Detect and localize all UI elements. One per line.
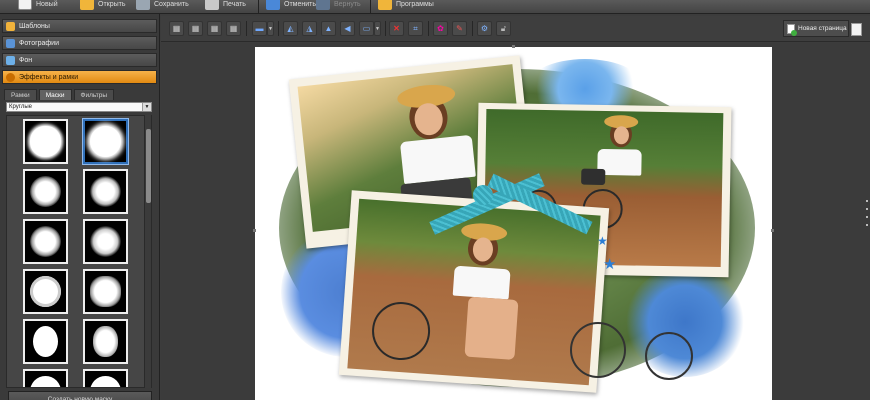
left-panel: Шаблоны Фотографии Фон Эффекты и рамки Р… xyxy=(0,14,160,400)
ribbon-knot xyxy=(473,185,493,205)
toolbar-divider xyxy=(370,0,371,14)
bicycle-wheel xyxy=(370,300,433,362)
section-effects-frames[interactable]: Эффекты и рамки xyxy=(2,70,157,84)
editor-toolbar: ▦ ▦ ▦ ▦ ▬ ▼ ◭ ◮ ▲ ◀ ▭ ▼ ✕ ⌗ ✿ ✎ ⚙ 🔓︎ Нов… xyxy=(161,16,870,42)
scrollbar-thumb[interactable] xyxy=(146,129,151,203)
crop-icon[interactable]: ⌗ xyxy=(408,21,423,36)
mask-gallery-scrollbar[interactable] xyxy=(144,115,151,388)
photo-collage-app: Новый Открыть Сохранить Печать Отменить … xyxy=(0,0,870,400)
delete-icon[interactable]: ✕ xyxy=(389,21,404,36)
star-icon xyxy=(6,21,15,31)
new-page-button[interactable]: Новая страница xyxy=(783,20,849,37)
bike-basket xyxy=(581,168,606,186)
settings-gear-icon[interactable]: ⚙ xyxy=(477,21,492,36)
mask-thumbnail[interactable] xyxy=(23,169,68,214)
floppy-disk-icon xyxy=(136,0,150,10)
mask-gallery xyxy=(6,115,152,388)
align-icon[interactable]: ▬ xyxy=(252,21,267,36)
tab-filters[interactable]: Фильтры xyxy=(73,89,115,100)
redo-arrow-icon xyxy=(316,0,330,10)
mask-thumbnail[interactable] xyxy=(83,369,128,387)
tab-masks[interactable]: Маски xyxy=(38,89,72,100)
send-to-back-icon[interactable]: ▦ xyxy=(226,21,241,36)
create-new-mask-button[interactable]: Создать новую маску xyxy=(8,391,152,400)
bicycle-wheel xyxy=(570,322,626,378)
top-menu-bar: Новый Открыть Сохранить Печать Отменить … xyxy=(0,0,870,14)
mask-thumbnail-selected[interactable] xyxy=(83,119,128,164)
print-button[interactable]: Печать xyxy=(205,0,246,11)
lock-icon[interactable]: 🔓︎ xyxy=(496,21,511,36)
section-templates[interactable]: Шаблоны xyxy=(2,19,157,33)
star-decoration-icon: ★ xyxy=(603,256,617,273)
page-settings-icon[interactable] xyxy=(851,23,862,36)
toolbar-divider xyxy=(278,21,279,36)
magic-wand-icon[interactable]: ✎ xyxy=(452,21,467,36)
new-page-icon xyxy=(787,23,797,36)
redo-button[interactable]: Вернуть xyxy=(316,0,361,11)
mask-thumbnail[interactable] xyxy=(23,119,68,164)
save-button[interactable]: Сохранить xyxy=(136,0,189,11)
tab-frames[interactable]: Рамки xyxy=(4,89,37,100)
align-dropdown-chevron-icon[interactable]: ▼ xyxy=(267,21,274,36)
undo-button[interactable]: Отменить xyxy=(266,0,316,11)
programs-button[interactable]: Программы xyxy=(378,0,434,11)
mask-thumbnail[interactable] xyxy=(23,369,68,387)
mask-category-select[interactable]: Круглые ▼ xyxy=(6,102,152,112)
mask-thumbnail[interactable] xyxy=(83,269,128,314)
new-button[interactable]: Новый xyxy=(18,0,58,11)
bring-to-front-icon[interactable]: ▦ xyxy=(207,21,222,36)
distribute-icon[interactable]: ▭ xyxy=(359,21,374,36)
toolbar-divider xyxy=(472,21,473,36)
toolbar-divider xyxy=(385,21,386,36)
send-backward-icon[interactable]: ▦ xyxy=(188,21,203,36)
toolbar-divider xyxy=(258,0,259,14)
toolbar-divider xyxy=(428,21,429,36)
chevron-down-icon: ▼ xyxy=(142,103,151,111)
resize-handle[interactable] xyxy=(253,229,256,232)
background-icon xyxy=(6,55,15,65)
new-file-icon xyxy=(18,0,32,10)
toolbar-divider xyxy=(246,21,247,36)
effects-tabs: Рамки Маски Фильтры xyxy=(4,89,156,100)
photo-icon xyxy=(6,38,15,48)
mask-thumbnail[interactable] xyxy=(83,319,128,364)
bicycle-wheel xyxy=(645,332,693,380)
printer-icon xyxy=(205,0,219,10)
canvas-workspace: ★ ★ xyxy=(161,43,870,400)
effects-palette-icon[interactable]: ✿ xyxy=(433,21,448,36)
flip-horizontal-icon[interactable]: ▲ xyxy=(321,21,336,36)
mask-thumbnail[interactable] xyxy=(23,319,68,364)
mask-thumbnail[interactable] xyxy=(83,219,128,264)
mask-thumbnail[interactable] xyxy=(23,219,68,264)
flip-vertical-icon[interactable]: ◀ xyxy=(340,21,355,36)
mask-thumbnail[interactable] xyxy=(23,269,68,314)
panel-resize-grip[interactable] xyxy=(866,200,869,232)
rotate-right-icon[interactable]: ◮ xyxy=(302,21,317,36)
effects-icon xyxy=(6,72,15,82)
open-button[interactable]: Открыть xyxy=(80,0,126,11)
undo-arrow-icon xyxy=(266,0,280,10)
rotate-left-icon[interactable]: ◭ xyxy=(283,21,298,36)
collage-page[interactable]: ★ ★ xyxy=(253,45,774,400)
section-photos[interactable]: Фотографии xyxy=(2,36,157,50)
resize-handle[interactable] xyxy=(512,45,515,48)
programs-icon xyxy=(378,0,392,10)
mask-thumbnail[interactable] xyxy=(83,169,128,214)
resize-handle[interactable] xyxy=(771,229,774,232)
section-background[interactable]: Фон xyxy=(2,53,157,67)
distribute-dropdown-chevron-icon[interactable]: ▼ xyxy=(374,21,381,36)
star-decoration-icon: ★ xyxy=(597,234,608,248)
folder-icon xyxy=(80,0,94,10)
bring-forward-icon[interactable]: ▦ xyxy=(169,21,184,36)
